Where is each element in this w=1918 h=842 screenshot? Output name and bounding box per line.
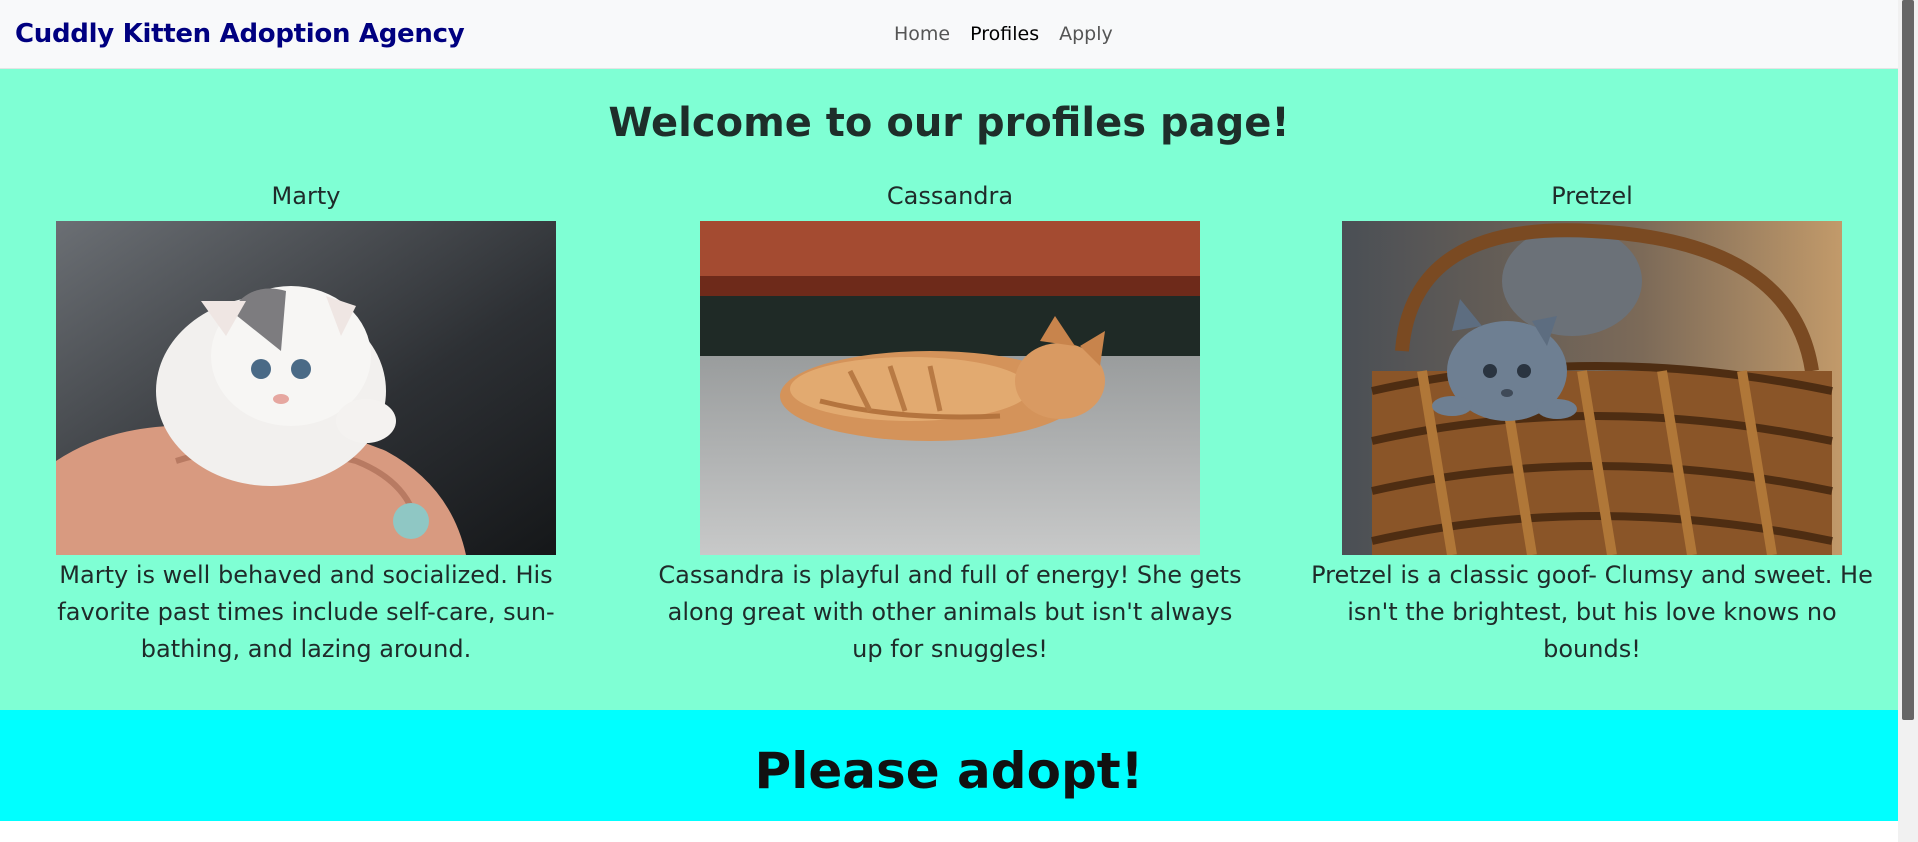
profile-card-pretzel: Pretzel Pretzel is a classic goof- Clums… (1292, 181, 1892, 668)
adopt-heading: Please adopt! (754, 742, 1144, 800)
page-title: Welcome to our profiles page! (608, 100, 1290, 146)
profile-description: Pretzel is a classic goof- Clumsy and sw… (1311, 561, 1873, 663)
bottom-content-strip (0, 821, 1898, 842)
scrollbar-thumb[interactable] (1902, 0, 1914, 720)
nav-link-apply[interactable]: Apply (1059, 23, 1113, 45)
profile-card-cassandra: Cassandra Cassandra is playful and full … (650, 181, 1250, 668)
nav-links: Home Profiles Apply (894, 23, 1113, 45)
profile-description: Marty is well behaved and socialized. Hi… (57, 561, 555, 663)
profile-name: Pretzel (1551, 182, 1633, 210)
profile-name: Marty (271, 182, 341, 210)
profile-card-marty: Marty Marty is well behaved and socializ… (6, 181, 606, 668)
brand-link[interactable]: Cuddly Kitten Adoption Agency (15, 19, 465, 49)
nav-link-profiles[interactable]: Profiles (970, 23, 1039, 45)
profile-name: Cassandra (886, 182, 1014, 210)
grey-kitten-in-basket-photo (1342, 221, 1842, 555)
nav-link-home[interactable]: Home (894, 23, 950, 45)
top-navbar: Cuddly Kitten Adoption Agency Home Profi… (0, 0, 1898, 69)
profile-description: Cassandra is playful and full of energy!… (658, 561, 1242, 663)
kitten-on-hand-photo (56, 221, 556, 555)
sleeping-orange-kitten-photo (700, 221, 1200, 555)
